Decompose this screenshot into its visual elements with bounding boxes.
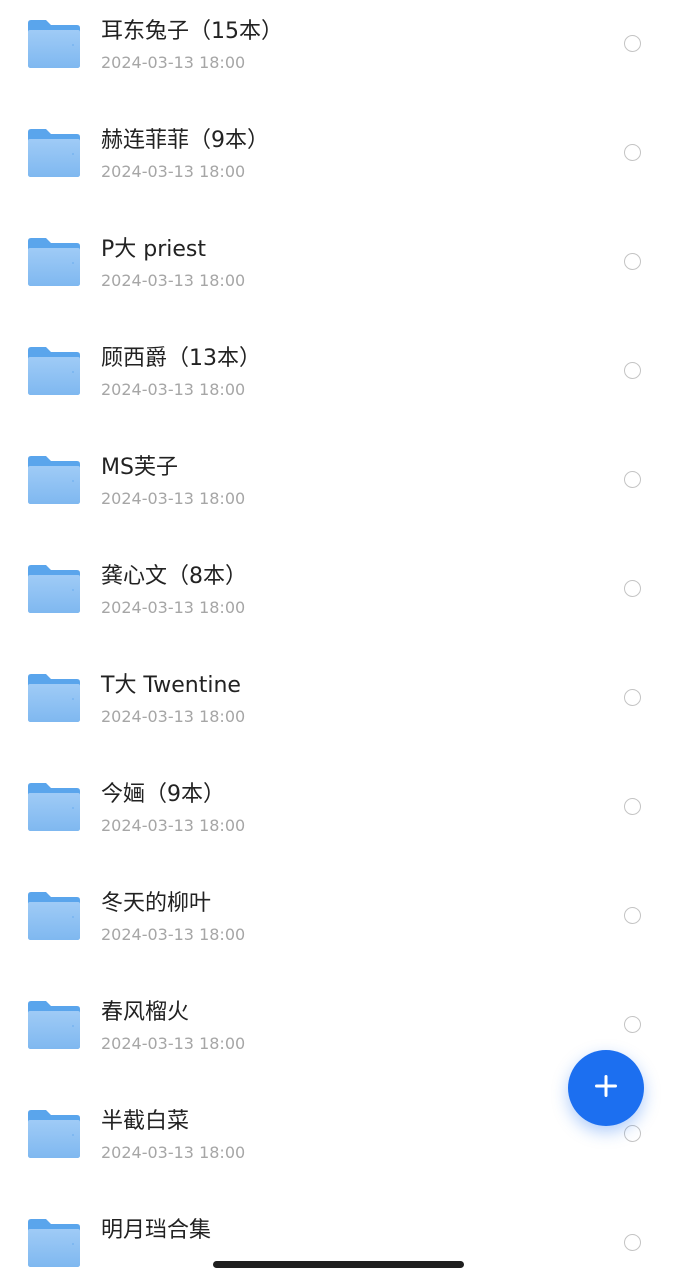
folder-name: 龚心文（8本）	[101, 564, 247, 589]
select-radio[interactable]	[624, 1016, 641, 1033]
folder-name: 耳东兔子（15本）	[101, 19, 283, 44]
folder-icon	[26, 891, 82, 941]
select-radio[interactable]	[624, 253, 641, 270]
list-item[interactable]: 今婳（9本） 2024-03-13 18:00	[0, 741, 678, 850]
folder-name: 春风榴火	[101, 1000, 190, 1025]
folder-name: T大 Twentine	[101, 673, 241, 698]
folder-name: 顾西爵（13本）	[101, 346, 261, 371]
list-item[interactable]: 赫连菲菲（9本） 2024-03-13 18:00	[0, 87, 678, 196]
folder-name: 赫连菲菲（9本）	[101, 128, 269, 153]
select-radio[interactable]	[624, 362, 641, 379]
folder-name: P大 priest	[101, 237, 207, 262]
select-radio[interactable]	[624, 907, 641, 924]
list-item[interactable]: MS芙子 2024-03-13 18:00	[0, 414, 678, 523]
folder-name: MS芙子	[101, 455, 178, 480]
list-item[interactable]: 顾西爵（13本） 2024-03-13 18:00	[0, 305, 678, 414]
folder-name: 半截白菜	[101, 1109, 190, 1134]
list-item[interactable]: 耳东兔子（15本） 2024-03-13 18:00	[0, 0, 678, 87]
select-radio[interactable]	[624, 144, 641, 161]
select-radio[interactable]	[624, 35, 641, 52]
list-item[interactable]: 龚心文（8本） 2024-03-13 18:00	[0, 523, 678, 632]
folder-date: 2024-03-13 18:00	[101, 816, 246, 835]
folder-icon	[26, 1218, 82, 1268]
select-radio[interactable]	[624, 689, 641, 706]
folder-icon	[26, 128, 82, 178]
folder-name: 今婳（9本）	[101, 782, 225, 807]
folder-icon	[26, 455, 82, 505]
list-item[interactable]: 冬天的柳叶 2024-03-13 18:00	[0, 850, 678, 959]
select-radio[interactable]	[624, 1234, 641, 1251]
folder-date: 2024-03-13 18:00	[101, 489, 246, 508]
folder-icon	[26, 782, 82, 832]
select-radio[interactable]	[624, 798, 641, 815]
list-item[interactable]: P大 priest 2024-03-13 18:00	[0, 196, 678, 305]
folder-name: 冬天的柳叶	[101, 891, 212, 916]
select-radio[interactable]	[624, 580, 641, 597]
select-radio[interactable]	[624, 1125, 641, 1142]
folder-date: 2024-03-13 18:00	[101, 1143, 246, 1162]
folder-icon	[26, 346, 82, 396]
folder-icon	[26, 1000, 82, 1050]
folder-icon	[26, 1109, 82, 1159]
folder-date: 2024-03-13 18:00	[101, 271, 246, 290]
folder-date: 2024-03-13 18:00	[101, 707, 246, 726]
folder-date: 2024-03-13 18:00	[101, 1034, 246, 1053]
folder-icon	[26, 564, 82, 614]
folder-date: 2024-03-13 18:00	[101, 925, 246, 944]
folder-icon	[26, 19, 82, 69]
folder-date: 2024-03-13 18:00	[101, 380, 246, 399]
list-item[interactable]: T大 Twentine 2024-03-13 18:00	[0, 632, 678, 741]
add-button[interactable]	[568, 1050, 644, 1126]
list-item[interactable]: 春风榴火 2024-03-13 18:00	[0, 959, 678, 1068]
plus-icon	[593, 1073, 619, 1103]
select-radio[interactable]	[624, 471, 641, 488]
folder-icon	[26, 673, 82, 723]
folder-date: 2024-03-13 18:00	[101, 53, 246, 72]
folder-icon	[26, 237, 82, 287]
list-item[interactable]: 明月珰合集	[0, 1177, 678, 1286]
folder-date: 2024-03-13 18:00	[101, 162, 246, 181]
home-indicator[interactable]	[213, 1261, 464, 1268]
folder-name: 明月珰合集	[101, 1218, 212, 1243]
folder-date: 2024-03-13 18:00	[101, 598, 246, 617]
